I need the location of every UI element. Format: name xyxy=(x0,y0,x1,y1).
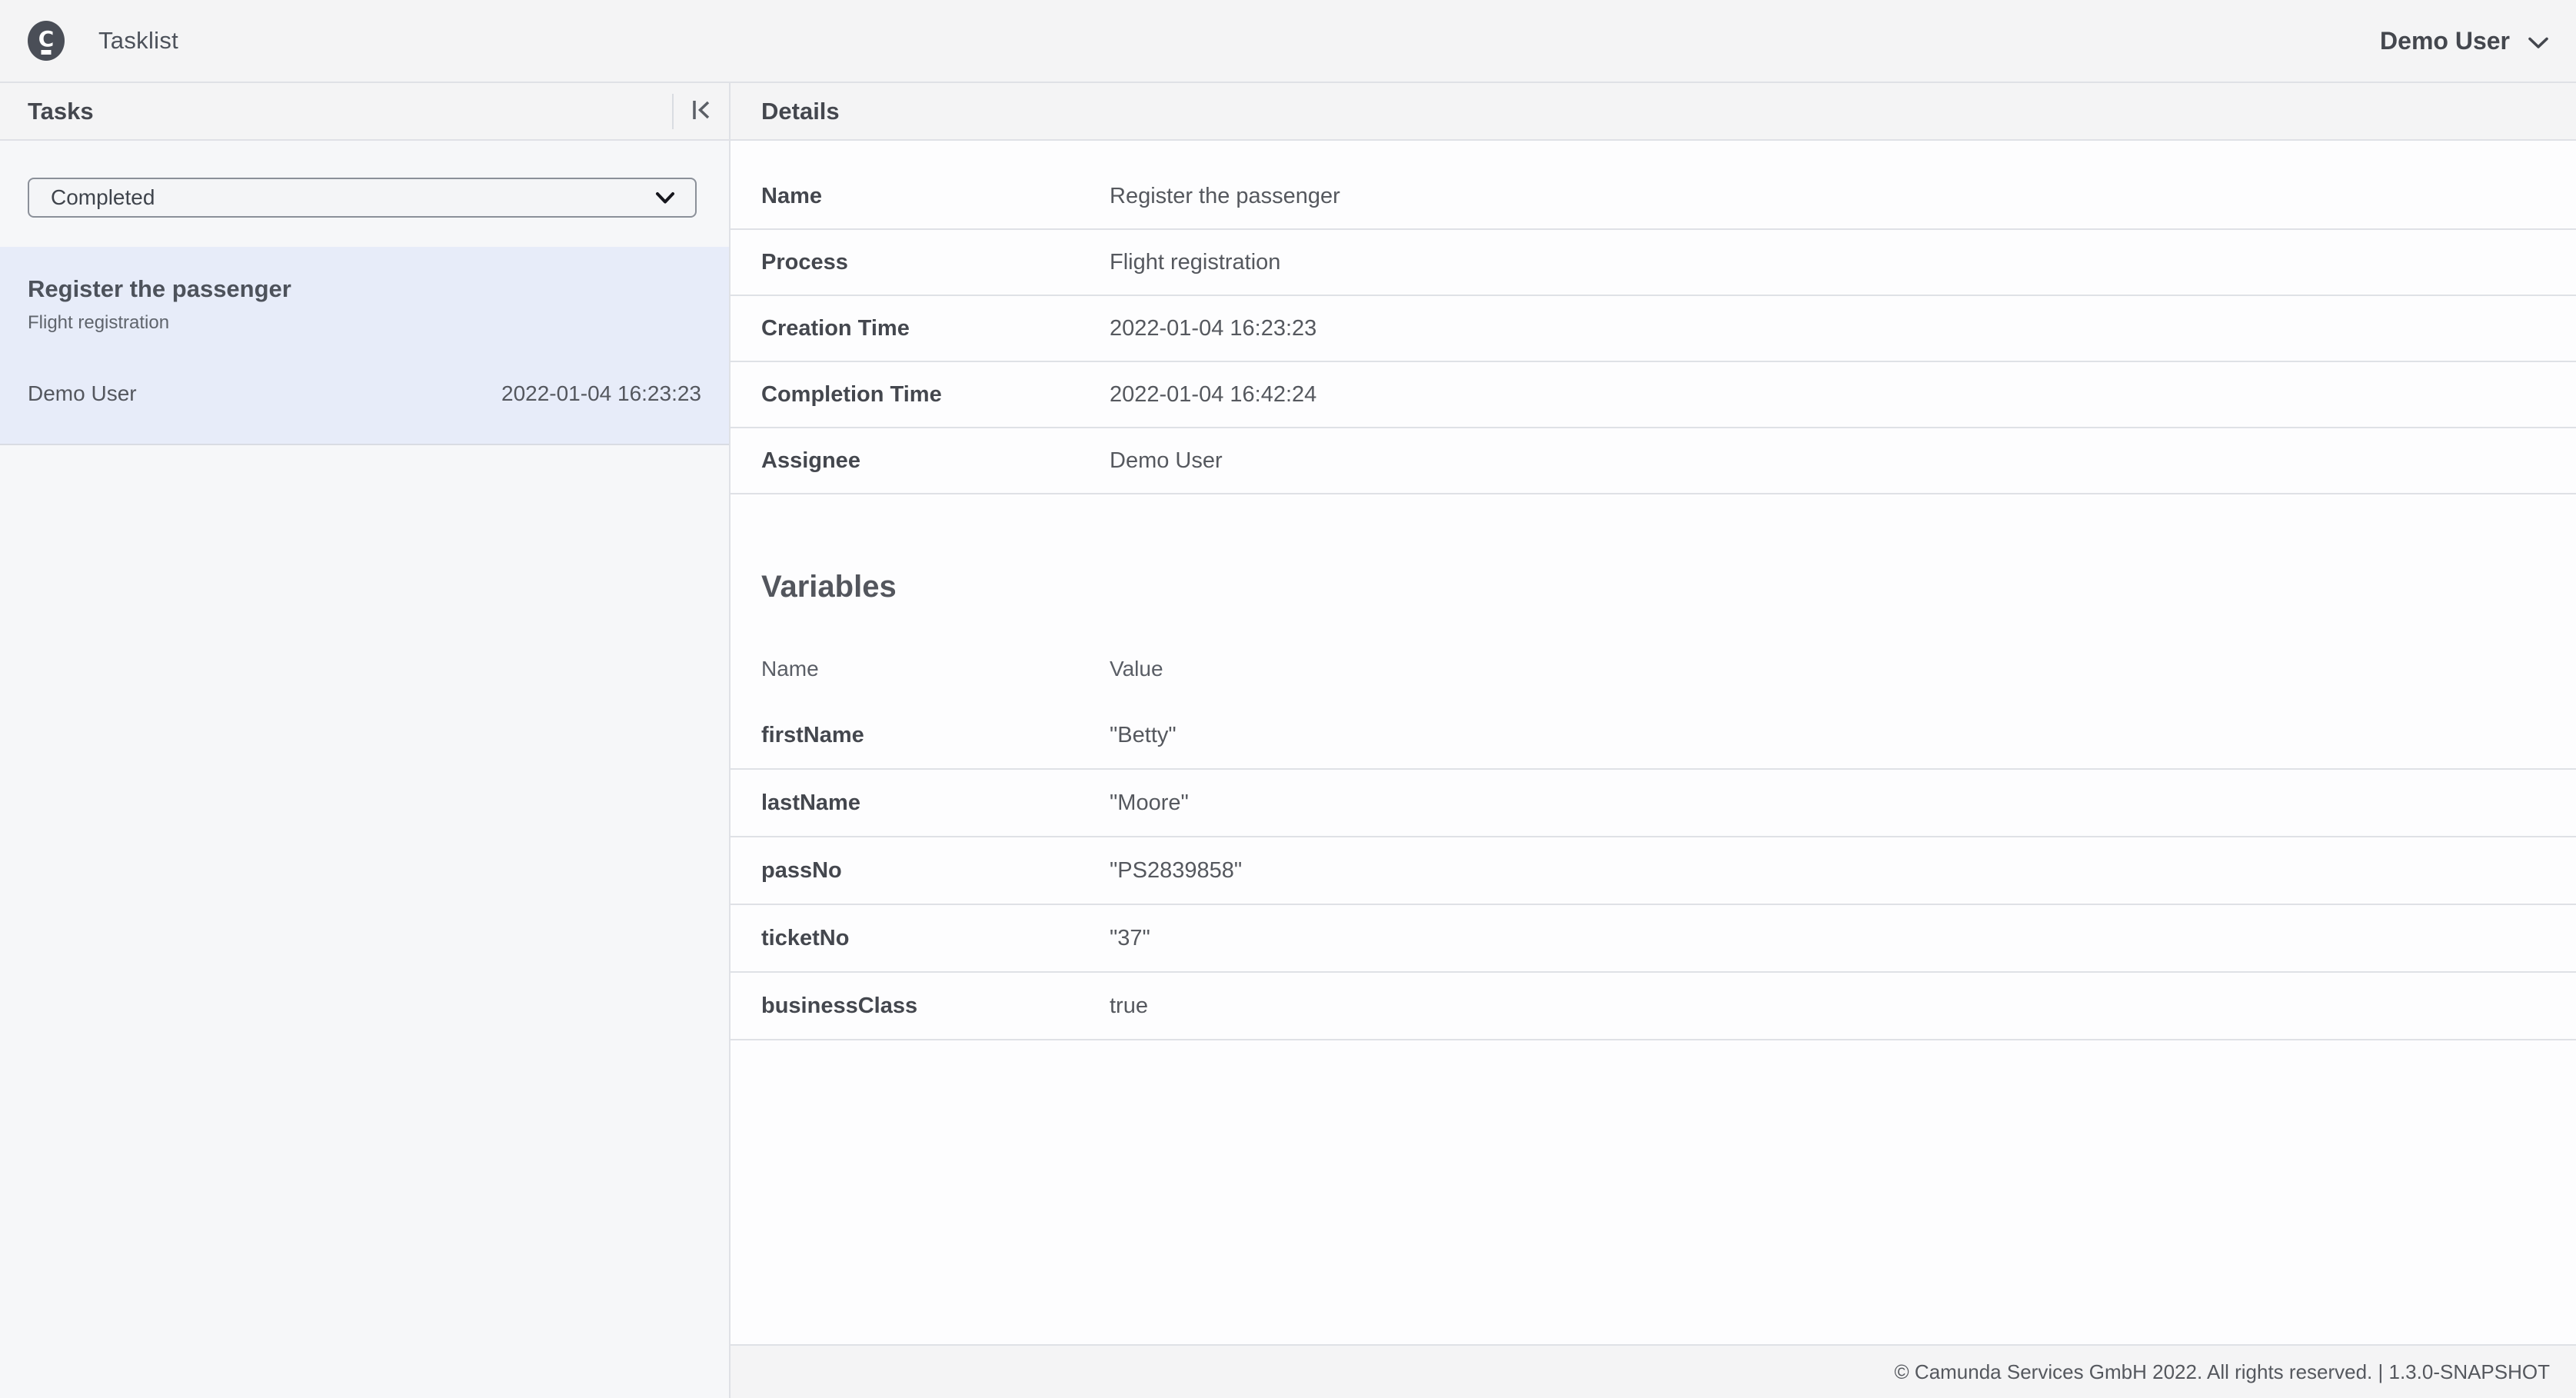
variable-name: passNo xyxy=(761,858,1110,884)
variable-name: ticketNo xyxy=(761,926,1110,951)
footer-text: © Camunda Services GmbH 2022. All rights… xyxy=(1895,1360,2550,1384)
variable-name: lastName xyxy=(761,791,1110,816)
details-value: 2022-01-04 16:23:23 xyxy=(1110,316,2576,341)
details-panel-header: Details xyxy=(731,83,2576,141)
details-value: Flight registration xyxy=(1110,250,2576,275)
variable-name: firstName xyxy=(761,723,1110,748)
details-value: Demo User xyxy=(1110,448,2576,474)
variable-name: businessClass xyxy=(761,994,1110,1019)
variable-value: "37" xyxy=(1110,926,2576,951)
variable-value: "Moore" xyxy=(1110,791,2576,816)
tasks-panel-body: Completed Register the passenger Flight … xyxy=(0,141,729,1398)
chevron-down-icon xyxy=(655,185,675,210)
variable-value: "Betty" xyxy=(1110,723,2576,748)
user-menu-button[interactable]: Demo User xyxy=(2380,27,2548,55)
tasks-panel-header-actions xyxy=(672,83,729,139)
task-meta-row: Demo User 2022-01-04 16:23:23 xyxy=(28,381,701,407)
variables-title: Variables xyxy=(761,568,2576,605)
details-row-process: Process Flight registration xyxy=(731,230,2576,296)
collapse-panel-button[interactable] xyxy=(674,83,729,139)
task-filter-select[interactable]: Completed xyxy=(28,178,697,218)
variables-col-value: Value xyxy=(1110,657,2576,681)
app-root: C Tasklist Demo User Tasks xyxy=(0,0,2576,1398)
variable-row-ticketNo: ticketNo "37" xyxy=(731,905,2576,973)
footer: © Camunda Services GmbH 2022. All rights… xyxy=(731,1344,2576,1398)
details-label: Completion Time xyxy=(761,382,1110,408)
details-label: Process xyxy=(761,250,1110,275)
variables-table: Name Value firstName "Betty" lastName "M… xyxy=(731,636,2576,1040)
variables-header-row: Name Value xyxy=(731,636,2576,702)
details-value: 2022-01-04 16:42:24 xyxy=(1110,382,2576,408)
task-assignee: Demo User xyxy=(28,381,137,407)
details-row-assignee: Assignee Demo User xyxy=(731,428,2576,494)
task-list-item[interactable]: Register the passenger Flight registrati… xyxy=(0,247,729,445)
tasks-panel-header: Tasks xyxy=(0,83,729,141)
content-area: Tasks Completed xyxy=(0,83,2576,1398)
variable-row-businessClass: businessClass true xyxy=(731,973,2576,1040)
details-panel-title: Details xyxy=(761,98,840,125)
variables-col-name: Name xyxy=(761,657,1110,681)
svg-text:C: C xyxy=(38,26,55,52)
app-title: Tasklist xyxy=(98,27,178,55)
variable-value: "PS2839858" xyxy=(1110,858,2576,884)
task-filter-value: Completed xyxy=(51,185,155,210)
variable-row-firstName: firstName "Betty" xyxy=(731,702,2576,770)
details-label: Creation Time xyxy=(761,316,1110,341)
variable-row-lastName: lastName "Moore" xyxy=(731,770,2576,837)
user-name: Demo User xyxy=(2380,27,2510,55)
camunda-logo-icon: C xyxy=(28,21,65,61)
variable-value: true xyxy=(1110,994,2576,1019)
details-label: Name xyxy=(761,184,1110,209)
app-header: C Tasklist Demo User xyxy=(0,0,2576,83)
tasks-panel: Tasks Completed xyxy=(0,83,731,1398)
details-panel-body: Name Register the passenger Process Flig… xyxy=(731,141,2576,1344)
tasks-panel-title: Tasks xyxy=(28,98,94,125)
details-row-completion-time: Completion Time 2022-01-04 16:42:24 xyxy=(731,362,2576,428)
details-table: Name Register the passenger Process Flig… xyxy=(731,164,2576,494)
details-row-name: Name Register the passenger xyxy=(731,164,2576,230)
details-value: Register the passenger xyxy=(1110,184,2576,209)
task-process: Flight registration xyxy=(28,311,701,335)
details-panel: Details Name Register the passenger Proc… xyxy=(731,83,2576,1398)
variable-row-passNo: passNo "PS2839858" xyxy=(731,837,2576,905)
task-name: Register the passenger xyxy=(28,275,701,304)
details-label: Assignee xyxy=(761,448,1110,474)
task-creation-time: 2022-01-04 16:23:23 xyxy=(501,381,701,407)
chevron-down-icon xyxy=(2528,27,2548,55)
details-row-creation-time: Creation Time 2022-01-04 16:23:23 xyxy=(731,296,2576,362)
collapse-left-icon xyxy=(689,98,714,125)
